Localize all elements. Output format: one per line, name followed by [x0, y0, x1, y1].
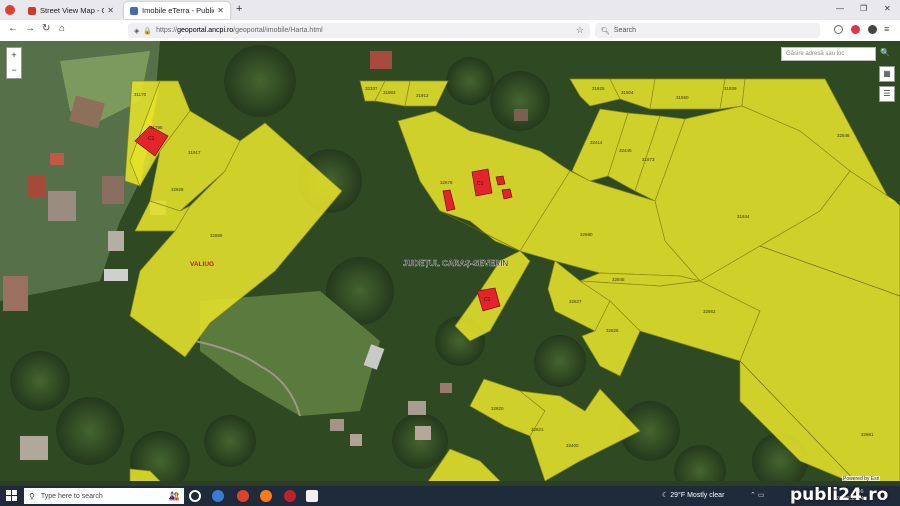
eterra-icon [130, 6, 138, 15]
parcel-number: 32828 [171, 187, 184, 192]
village-label: VALIUG [190, 261, 214, 268]
app-t-icon[interactable] [284, 490, 296, 502]
weather-desc: Mostly clear [687, 492, 725, 499]
search-icon: ⚲ [29, 491, 35, 501]
zoom-control: + − [6, 47, 22, 79]
windows-start-icon[interactable] [6, 490, 17, 501]
parcel-number: 32845 [612, 277, 625, 282]
parcel-number: 32861 [861, 432, 874, 437]
moon-icon: ☾ [662, 492, 669, 499]
tab-google-maps[interactable]: Street View Map - Google My M ✕ [22, 2, 120, 19]
parcel-number: 32826 [606, 328, 619, 333]
parcel-number: 32337 [365, 86, 378, 91]
home-button[interactable]: ⌂ [59, 23, 65, 34]
tab-label: Imobile eTerra - Public [142, 6, 215, 15]
forward-button[interactable]: → [25, 23, 35, 34]
pocket-icon[interactable] [834, 25, 843, 34]
edge-icon[interactable] [212, 490, 224, 502]
parcel-number: 31939 [724, 86, 737, 91]
building-label: C1 [484, 297, 491, 303]
parcel-number: 32827 [569, 299, 582, 304]
parcel-number: 32678 [440, 180, 453, 185]
parcel-number: 32680 [580, 232, 593, 237]
url-path: /geoportal/imobile/Harta.html [233, 27, 323, 34]
weather-temp: 29°F [670, 492, 686, 499]
menu-icon[interactable]: ≡ [884, 24, 889, 34]
parcel-number: 31912 [416, 93, 429, 98]
map-search-icon[interactable]: 🔍 [880, 48, 890, 57]
new-tab-button[interactable]: + [236, 3, 242, 15]
minimize-button[interactable]: — [836, 4, 844, 13]
building-label: C1 [148, 136, 155, 142]
map-view[interactable]: C1 C1 C1 31170 31795 31917 32828 32855 3… [0, 41, 900, 486]
building[interactable] [495, 175, 506, 186]
parcel-number: 31917 [188, 150, 201, 155]
parcel-number: 32821 [531, 427, 544, 432]
parcel-number: 31873 [642, 157, 655, 162]
taskbar-search-box[interactable]: ⚲ Type here to search 🎎 [24, 488, 184, 504]
opera-icon[interactable] [237, 490, 249, 502]
close-window-button[interactable]: ✕ [884, 4, 891, 13]
reload-button[interactable]: ↻ [42, 23, 50, 34]
system-tray[interactable]: ⌃ ▭ [750, 491, 764, 499]
layers-button[interactable]: ▦ [879, 66, 895, 82]
tray-chevron-icon[interactable]: ⌃ [750, 492, 756, 499]
firefox-icon[interactable] [260, 490, 272, 502]
zoom-in-button[interactable]: + [7, 48, 21, 63]
lock-icon: 🔒 [143, 27, 153, 35]
watermark: publi24.ro [790, 485, 889, 505]
url-domain: geoportal.ancpi.ro [177, 27, 234, 34]
restore-button[interactable]: ❐ [860, 4, 867, 13]
browser-search-placeholder: Search [613, 27, 637, 34]
close-tab-icon[interactable]: ✕ [217, 6, 224, 15]
building[interactable] [501, 188, 513, 200]
parcel-number: 32400 [566, 443, 579, 448]
task-view-icon[interactable] [189, 490, 201, 502]
parcel-number: 31170 [134, 92, 147, 97]
parcel-number: 32445 [619, 148, 632, 153]
tab-bar: Street View Map - Google My M ✕ Imobile … [0, 0, 900, 20]
parcel-number: 31550 [676, 95, 689, 100]
search-icon: 🔍︎ [601, 27, 610, 35]
close-tab-icon[interactable]: ✕ [107, 6, 114, 15]
google-maps-icon [28, 6, 36, 15]
url-bar[interactable]: ◈ 🔒 https:// geoportal.ancpi.ro /geoport… [128, 23, 590, 38]
tab-eterra[interactable]: Imobile eTerra - Public ✕ [124, 2, 230, 19]
parcel-number: 31825 [592, 86, 605, 91]
extension-icon[interactable] [851, 25, 860, 34]
map-search-input[interactable]: Găsire adresă sau loc [781, 47, 876, 61]
flag-app-icon[interactable] [306, 490, 318, 502]
browser-menu-icon[interactable] [5, 5, 15, 15]
shield-icon: ◈ [134, 27, 140, 35]
parcel-number: 31504 [621, 90, 634, 95]
back-button[interactable]: ← [8, 23, 18, 34]
taskbar-search-placeholder: Type here to search [40, 492, 103, 500]
map-canvas[interactable]: C1 C1 C1 31170 31795 31917 32828 32855 3… [0, 41, 900, 486]
parcel-number: 32414 [590, 140, 603, 145]
tab-label: Street View Map - Google My M [40, 6, 104, 15]
zoom-out-button[interactable]: − [7, 63, 21, 78]
parcel-number: 31795 [150, 125, 163, 130]
legend-list-button[interactable]: ☰ [879, 86, 895, 102]
search-highlight-icon: 🎎 [168, 490, 180, 501]
parcel-number: 31844 [737, 214, 750, 219]
parcel-number: 32820 [491, 406, 504, 411]
weather-widget[interactable]: ☾ 29°F Mostly clear [662, 491, 724, 499]
parcel-number: 32848 [837, 133, 850, 138]
network-icon[interactable]: ▭ [758, 492, 765, 499]
building-label: C1 [477, 181, 484, 187]
parcel-number: 31883 [383, 90, 396, 95]
account-icon[interactable] [868, 25, 877, 34]
bookmark-star-icon[interactable]: ☆ [576, 25, 584, 36]
parcel[interactable] [649, 78, 726, 110]
parcel-number: 32855 [210, 233, 223, 238]
taskbar: ⚲ Type here to search 🎎 ☾ 29°F Mostly cl… [0, 486, 900, 506]
browser-search-box[interactable]: 🔍︎ Search [595, 23, 820, 38]
nav-bar: ← → ↻ ⌂ ◈ 🔒 https:// geoportal.ancpi.ro … [0, 20, 900, 42]
url-scheme: https:// [156, 27, 178, 34]
parcel-number: 32862 [703, 309, 716, 314]
county-label: JUDEȚUL CARAȘ-SEVERIN [403, 259, 508, 268]
